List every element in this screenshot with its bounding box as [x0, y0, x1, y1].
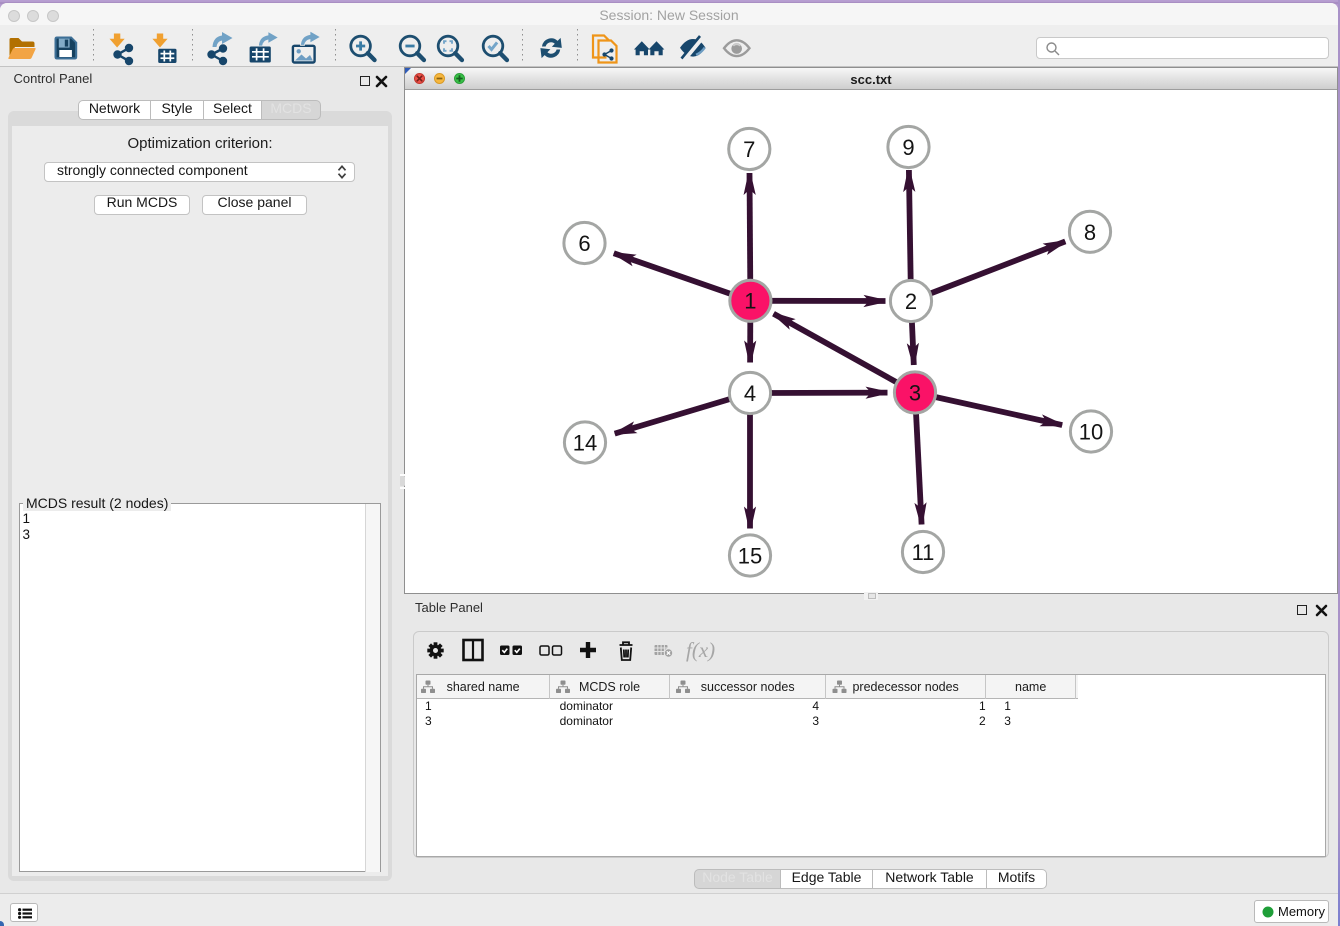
- svg-text:14: 14: [573, 431, 597, 456]
- svg-text:2: 2: [905, 289, 917, 314]
- svg-text:15: 15: [738, 544, 762, 569]
- svg-text:f(x): f(x): [686, 638, 715, 662]
- svg-text:10: 10: [1079, 420, 1103, 445]
- svg-text:4: 4: [744, 381, 756, 406]
- svg-text:11: 11: [912, 540, 935, 565]
- svg-text:9: 9: [902, 135, 914, 160]
- svg-text:6: 6: [578, 231, 590, 256]
- svg-text:7: 7: [743, 137, 755, 162]
- svg-text:8: 8: [1084, 220, 1096, 245]
- svg-text:1: 1: [744, 289, 756, 314]
- svg-text:3: 3: [909, 380, 921, 405]
